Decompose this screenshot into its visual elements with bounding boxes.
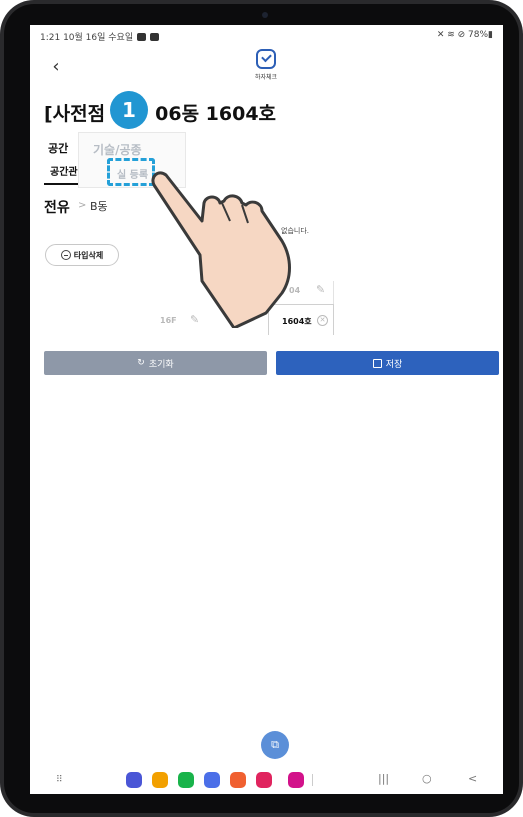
- battery-icon: ▮: [488, 30, 493, 40]
- save-button[interactable]: 저장: [276, 351, 499, 375]
- app-icon-camera[interactable]: [256, 772, 272, 788]
- step-badge: 1: [110, 91, 148, 129]
- reset-label: 초기화: [148, 359, 174, 370]
- space-label: 공간: [48, 142, 69, 155]
- tablet-bezel: 1:21 10월 16일 수요일 ✕ ≋ ⊘ 78%▮ ‹ 하자체크 [사전점 0…: [4, 4, 519, 813]
- save-icon: [372, 358, 382, 368]
- minus-circle-icon: [60, 250, 71, 260]
- app-icon-recent[interactable]: [288, 772, 304, 788]
- save-label: 저장: [385, 359, 403, 370]
- taskbar: ⠿ ||| ○ <: [30, 766, 503, 794]
- status-time: 1:21 10월 16일 수요일: [40, 33, 134, 43]
- shield-check-icon: [256, 49, 276, 69]
- check-notification-icon: [150, 32, 160, 41]
- back-chevron-icon[interactable]: ‹: [44, 55, 68, 79]
- status-left: 1:21 10월 16일 수요일: [40, 30, 160, 43]
- reset-button[interactable]: ↻ 초기화: [44, 351, 267, 375]
- app-icon-phone[interactable]: [178, 772, 194, 788]
- type-delete-label: 타입삭제: [73, 250, 104, 260]
- breadcrumb-building[interactable]: B동: [90, 198, 108, 214]
- notification-icon: [137, 32, 147, 41]
- home-nav-icon[interactable]: ○: [422, 772, 432, 785]
- floating-action-button[interactable]: ⧉: [261, 731, 289, 759]
- title-left: [사전점: [44, 103, 106, 125]
- page-title: [사전점 06동 1604호: [44, 99, 276, 126]
- app-icon-contacts[interactable]: [230, 772, 246, 788]
- edit-column-pencil-icon[interactable]: ✎: [316, 283, 325, 296]
- dropdown-option-tech[interactable]: 기술/공종: [93, 141, 142, 158]
- app-icon-messages[interactable]: [204, 772, 220, 788]
- breadcrumb-separator: >: [78, 200, 87, 211]
- app-icon-folder[interactable]: [152, 772, 168, 788]
- screen: 1:21 10월 16일 수요일 ✕ ≋ ⊘ 78%▮ ‹ 하자체크 [사전점 0…: [30, 25, 503, 794]
- battery-level: 78%: [468, 30, 489, 40]
- type-delete-button[interactable]: 타입삭제: [45, 244, 119, 266]
- status-right: ✕ ≋ ⊘ 78%▮: [437, 30, 493, 40]
- taskbar-divider: [312, 774, 313, 786]
- signal-icons: ✕ ≋ ⊘: [436, 30, 469, 40]
- app-logo: 하자체크: [249, 49, 283, 81]
- refresh-icon: ↻: [137, 358, 145, 368]
- title-right: 06동 1604호: [155, 103, 277, 125]
- back-nav-icon[interactable]: <: [468, 772, 477, 785]
- section-owned: 전유: [44, 200, 70, 216]
- tap-gesture-hand-icon: [142, 163, 302, 332]
- tablet-frame: 1:21 10월 16일 수요일 ✕ ≋ ⊘ 78%▮ ‹ 하자체크 [사전점 0…: [0, 0, 523, 817]
- status-bar: 1:21 10월 16일 수요일 ✕ ≋ ⊘ 78%▮: [30, 25, 503, 45]
- app-icon-1[interactable]: [126, 772, 142, 788]
- recents-nav-icon[interactable]: |||: [378, 772, 389, 785]
- app-logo-label: 하자체크: [254, 74, 278, 81]
- remove-unit-icon[interactable]: ✕: [317, 315, 328, 326]
- app-drawer-icon[interactable]: ⠿: [56, 775, 63, 785]
- front-camera: [262, 12, 268, 18]
